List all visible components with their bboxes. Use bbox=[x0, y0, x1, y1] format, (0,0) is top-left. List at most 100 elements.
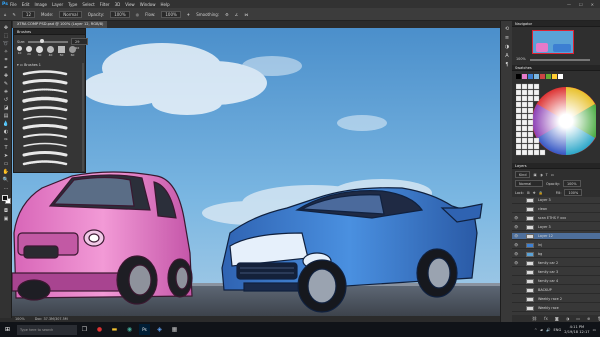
layer-row[interactable]: clean bbox=[512, 206, 600, 213]
close-button[interactable]: ✕ bbox=[591, 2, 594, 7]
lock-all-icon[interactable]: 🔒 bbox=[539, 191, 543, 195]
brush-stroke[interactable] bbox=[22, 106, 68, 112]
swatch[interactable] bbox=[552, 74, 557, 79]
menu-window[interactable]: Window bbox=[140, 2, 156, 7]
new-adjustment-icon[interactable]: ◑ bbox=[566, 316, 570, 321]
airbrush-icon[interactable]: ✈ bbox=[187, 12, 190, 17]
layer-kind-filter[interactable]: Kind bbox=[515, 171, 531, 178]
task-view-icon[interactable]: ❐ bbox=[79, 324, 90, 335]
paragraph-panel-icon[interactable]: ¶ bbox=[503, 61, 511, 68]
lasso-tool-icon[interactable]: ➰ bbox=[2, 40, 10, 47]
swatch[interactable] bbox=[540, 74, 545, 79]
move-tool-icon[interactable]: ✥ bbox=[2, 24, 10, 31]
menu-type[interactable]: Type bbox=[68, 2, 77, 7]
brush-size-slider-thumb[interactable] bbox=[40, 39, 45, 43]
taskbar-search-input[interactable]: Type here to search bbox=[17, 324, 77, 335]
maximize-button[interactable]: ☐ bbox=[579, 2, 583, 7]
brush-size-slider[interactable] bbox=[28, 39, 68, 43]
menu-help[interactable]: Help bbox=[160, 2, 169, 7]
visibility-icon[interactable]: 👁 bbox=[514, 260, 518, 267]
brush-stroke[interactable] bbox=[22, 79, 68, 85]
blend-mode-select[interactable]: Normal bbox=[515, 180, 543, 187]
visibility-icon[interactable]: 👁 bbox=[514, 224, 518, 231]
menu-select[interactable]: Select bbox=[82, 2, 94, 7]
swatch[interactable] bbox=[558, 74, 563, 79]
brush-stroke[interactable] bbox=[22, 124, 68, 130]
swatch[interactable] bbox=[534, 74, 539, 79]
menu-edit[interactable]: Edit bbox=[22, 2, 30, 7]
language-indicator[interactable]: ENG bbox=[553, 328, 561, 332]
type-filter-icon[interactable]: T bbox=[546, 173, 548, 177]
foreground-color-swatch[interactable] bbox=[2, 195, 8, 201]
adjustments-panel-icon[interactable]: ◑ bbox=[503, 43, 511, 50]
opera-icon[interactable]: ● bbox=[94, 324, 105, 335]
brush-stroke[interactable] bbox=[23, 88, 67, 93]
marquee-tool-icon[interactable]: ⬚ bbox=[2, 32, 10, 39]
brush-stroke[interactable] bbox=[22, 70, 68, 76]
brush-stroke[interactable] bbox=[22, 151, 68, 157]
flow-field[interactable]: 100% bbox=[161, 10, 181, 18]
swatches-title[interactable]: Swatches bbox=[512, 65, 600, 71]
menu-filter[interactable]: Filter bbox=[100, 2, 110, 7]
app-icon[interactable]: ▦ bbox=[169, 324, 180, 335]
fx-icon[interactable]: fx bbox=[544, 316, 548, 321]
brush-preset[interactable]: 10 bbox=[17, 46, 22, 57]
lock-position-icon[interactable]: ✥ bbox=[533, 191, 536, 195]
layer-row[interactable]: family car 4 bbox=[512, 278, 600, 285]
brush-preset[interactable]: 50 bbox=[58, 46, 65, 57]
swatch[interactable] bbox=[528, 74, 533, 79]
swatch[interactable] bbox=[522, 74, 527, 79]
chrome-icon[interactable]: ◉ bbox=[124, 324, 135, 335]
layer-row[interactable]: 👁 Layer 3 bbox=[512, 224, 600, 231]
screen-mode-icon[interactable]: ▣ bbox=[2, 215, 10, 222]
image-filter-icon[interactable]: ▣ bbox=[533, 173, 536, 177]
brush-stroke[interactable] bbox=[22, 96, 68, 103]
color-wheel-swatches[interactable] bbox=[516, 82, 596, 160]
zoom-tool-icon[interactable]: 🔍 bbox=[2, 176, 10, 183]
blur-tool-icon[interactable]: 💧 bbox=[2, 120, 10, 127]
swatch[interactable] bbox=[516, 74, 521, 79]
layer-row-selected[interactable]: 👁 Layer 12 bbox=[512, 233, 600, 240]
pressure-opacity-icon[interactable]: ◎ bbox=[136, 12, 140, 17]
layers-title[interactable]: Layers bbox=[512, 163, 600, 169]
brush-stroke[interactable] bbox=[23, 142, 67, 147]
opacity-field[interactable]: 100% bbox=[110, 10, 130, 18]
clone-stamp-tool-icon[interactable]: ⎈ bbox=[2, 88, 10, 95]
layer-row[interactable]: 👁 family car 2 bbox=[512, 260, 600, 267]
more-tools-icon[interactable]: … bbox=[2, 184, 10, 191]
lock-pixels-icon[interactable]: ⊞ bbox=[527, 191, 530, 195]
layer-row[interactable]: 👁 lnj bbox=[512, 242, 600, 249]
gear-icon[interactable]: ⚙ bbox=[225, 12, 229, 17]
path-select-tool-icon[interactable]: ➤ bbox=[2, 152, 10, 159]
brush-panel-scrollbar[interactable] bbox=[82, 63, 84, 171]
brush-preset[interactable]: 60 bbox=[69, 46, 76, 57]
brush-preset[interactable]: 20 bbox=[26, 46, 32, 57]
quick-select-tool-icon[interactable]: ✧ bbox=[2, 48, 10, 55]
history-brush-tool-icon[interactable]: ↺ bbox=[2, 96, 10, 103]
navigator-zoom-slider[interactable] bbox=[530, 59, 590, 61]
minimize-button[interactable]: — bbox=[567, 2, 571, 7]
mode-select[interactable]: Normal bbox=[59, 10, 82, 18]
menu-image[interactable]: Image bbox=[34, 2, 47, 7]
gradient-tool-icon[interactable]: ▤ bbox=[2, 112, 10, 119]
visibility-icon[interactable]: 👁 bbox=[514, 242, 518, 249]
navigator-zoom[interactable]: 100% bbox=[516, 57, 526, 61]
crop-tool-icon[interactable]: ⌗ bbox=[2, 56, 10, 63]
new-group-icon[interactable]: ▭ bbox=[576, 316, 580, 321]
brush-stroke[interactable] bbox=[22, 160, 68, 166]
volume-icon[interactable]: 🔊 bbox=[546, 328, 550, 332]
add-mask-icon[interactable]: ◙ bbox=[555, 316, 559, 321]
layer-opacity-field[interactable]: 100% bbox=[562, 180, 581, 187]
visibility-icon[interactable]: 👁 bbox=[514, 233, 518, 240]
swatch[interactable] bbox=[546, 74, 551, 79]
network-icon[interactable]: ▰ bbox=[540, 328, 543, 332]
symmetry-icon[interactable]: ⋈ bbox=[244, 12, 248, 17]
visibility-icon[interactable]: 👁 bbox=[514, 215, 518, 222]
brush-tool-icon[interactable]: ✎ bbox=[13, 12, 16, 17]
notifications-icon[interactable]: ▭ bbox=[593, 328, 596, 332]
menu-view[interactable]: View bbox=[125, 2, 135, 7]
angle-icon[interactable]: ∠ bbox=[235, 12, 239, 17]
brush-stroke[interactable] bbox=[23, 133, 67, 138]
type-tool-icon[interactable]: T bbox=[2, 144, 10, 151]
brush-size-picker[interactable]: 12 bbox=[21, 10, 35, 18]
